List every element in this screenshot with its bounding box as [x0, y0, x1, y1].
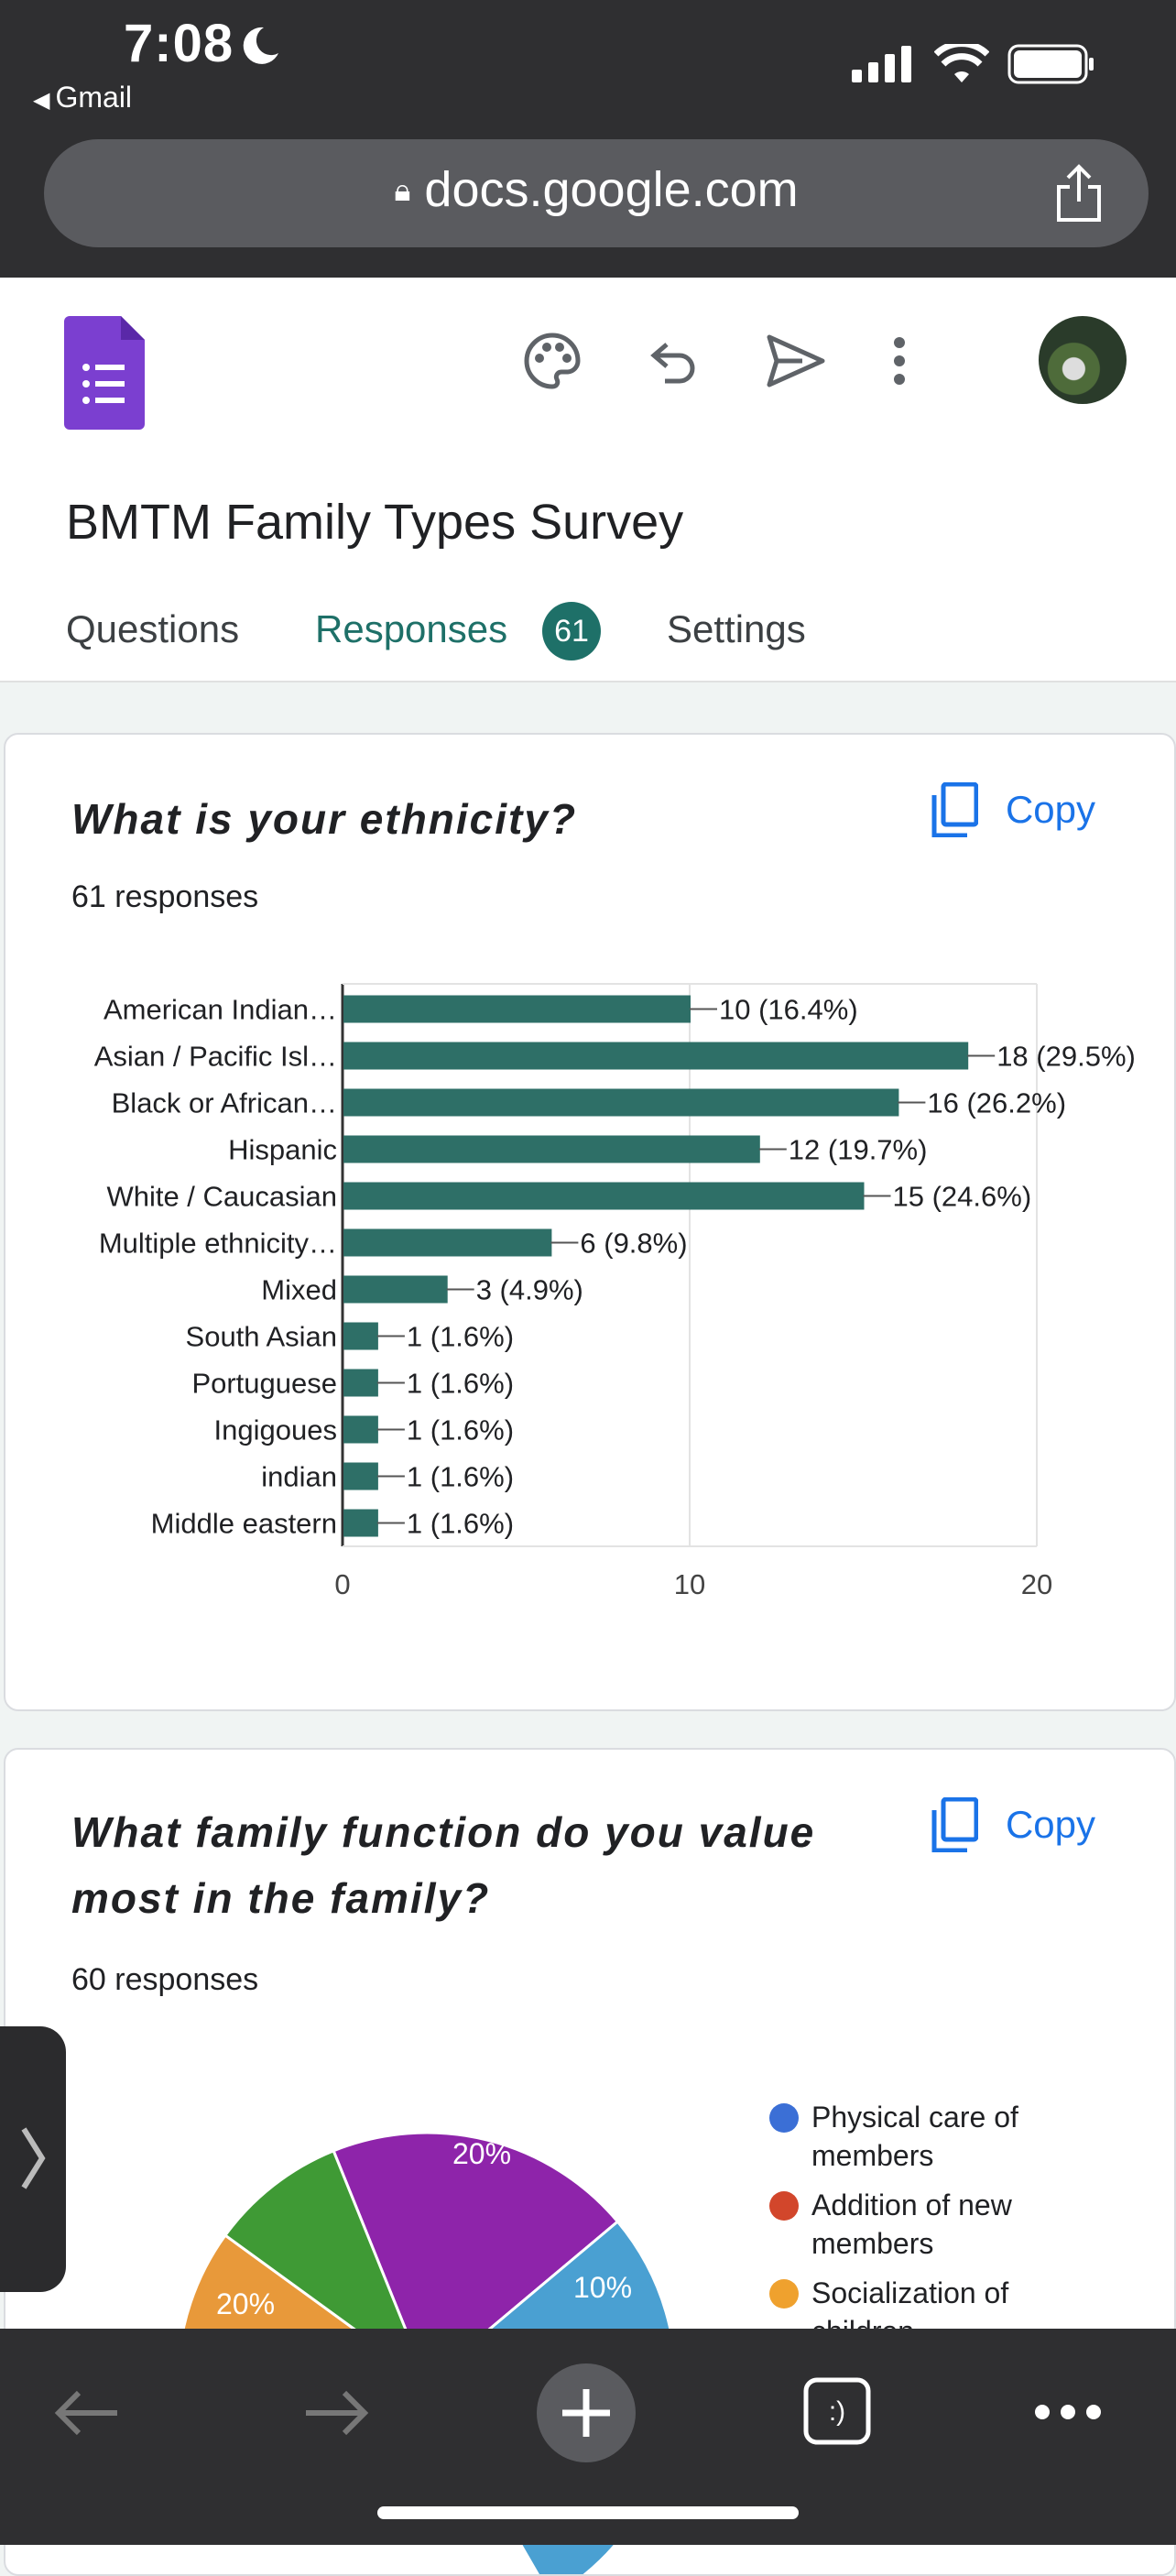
copy-button[interactable]: Copy [931, 1797, 1095, 1852]
legend-dot [769, 2103, 799, 2133]
toolbar [522, 331, 909, 391]
tab-responses[interactable]: Responses [315, 607, 507, 651]
tabs-icon[interactable]: :) [802, 2374, 872, 2448]
share-icon[interactable] [1051, 163, 1106, 224]
category-label: American Indian… [103, 994, 337, 1026]
tab-questions[interactable]: Questions [66, 607, 239, 651]
legend-label: Socialization of [811, 2276, 1009, 2309]
category-label: Hispanic [228, 1134, 337, 1166]
copy-label: Copy [1005, 1803, 1095, 1846]
ethnicity-bar-chart: American Indian… 10 (16.4%) Asian / Pacifi… [94, 983, 1136, 1600]
tab-settings[interactable]: Settings [667, 607, 806, 651]
responses-count-badge: 61 [542, 602, 601, 660]
avatar[interactable] [1039, 316, 1127, 404]
back-triangle-icon: ◀ [33, 88, 50, 113]
category-label: White / Caucasian [106, 1181, 337, 1213]
back-to-app-link[interactable]: ◀ Gmail [33, 81, 132, 115]
signal-icon [852, 46, 911, 82]
url-label: docs.google.com [424, 162, 799, 217]
forms-header: BMTM Family Types Survey Questions Respo… [0, 278, 1176, 955]
google-forms-icon[interactable] [64, 316, 145, 430]
side-drawer-handle[interactable] [0, 2026, 66, 2292]
category-label: indian [261, 1461, 337, 1493]
data-label: 6 (9.8%) [580, 1228, 687, 1260]
x-tick-label: 0 [334, 1568, 350, 1600]
data-label: 12 (19.7%) [789, 1134, 928, 1166]
data-label: 16 (26.2%) [927, 1087, 1066, 1119]
plus-icon [562, 2389, 610, 2437]
data-label: 3 (4.9%) [476, 1274, 583, 1306]
address-bar[interactable]: 🔒︎ docs.google.com [44, 139, 1149, 247]
data-label: 18 (29.5%) [996, 1041, 1136, 1073]
more-vert-icon[interactable] [890, 333, 909, 388]
legend-dot [769, 2279, 799, 2309]
wifi-icon [934, 44, 989, 82]
bar [343, 1088, 899, 1117]
status-time: 7:08 [124, 14, 234, 73]
lock-icon: 🔒︎ [394, 173, 411, 208]
undo-icon[interactable] [647, 333, 702, 388]
data-label: 1 (1.6%) [407, 1461, 514, 1493]
bar [343, 1182, 865, 1210]
category-label: Portuguese [191, 1368, 337, 1400]
category-label: Mixed [261, 1274, 337, 1306]
form-title: BMTM Family Types Survey [66, 495, 684, 550]
browser-chrome: 7:08 ◀ Gmail 🔒︎ docs.google.com [0, 0, 1176, 278]
palette-icon[interactable] [522, 331, 583, 391]
pie-slice-label: 20% [216, 2287, 275, 2320]
legend-dot [769, 2191, 799, 2221]
svg-text::): :) [829, 2396, 845, 2427]
chevron-right-icon [21, 2127, 46, 2189]
more-horiz-icon[interactable] [1033, 2398, 1103, 2426]
moon-icon [243, 27, 278, 64]
legend-label: members [811, 2139, 934, 2172]
home-indicator [377, 2506, 799, 2519]
legend-label: Physical care of [811, 2101, 1018, 2134]
back-app-label: Gmail [55, 81, 133, 114]
category-label: Ingigoues [214, 1414, 337, 1446]
x-tick-label: 10 [674, 1568, 705, 1600]
legend-label: Addition of new [811, 2189, 1012, 2221]
data-label: 1 (1.6%) [407, 1368, 514, 1400]
question-card-ethnicity: What is your ethnicity? 61 responses Cop… [4, 733, 1176, 1711]
bar [343, 1275, 448, 1304]
battery-icon [1007, 44, 1094, 84]
copy-icon [931, 1797, 978, 1852]
bar [343, 1509, 378, 1537]
data-label: 15 (24.6%) [893, 1181, 1032, 1213]
pie-slice-label: 10% [573, 2271, 632, 2304]
bar [343, 1369, 378, 1397]
tab-bar: Questions Responses 61 Settings [0, 589, 1176, 955]
legend-item: Addition of new members [769, 2186, 1081, 2263]
bar [343, 1042, 969, 1070]
category-label: Middle eastern [151, 1508, 337, 1540]
back-arrow-icon[interactable] [51, 2385, 121, 2440]
forward-arrow-icon[interactable] [302, 2385, 372, 2440]
category-label: Multiple ethnicity… [99, 1228, 337, 1260]
bar [343, 1228, 552, 1257]
category-label: South Asian [186, 1321, 337, 1353]
bar [343, 1462, 378, 1490]
new-tab-button[interactable] [537, 2363, 636, 2462]
data-label: 1 (1.6%) [407, 1321, 514, 1353]
data-label: 1 (1.6%) [407, 1508, 514, 1540]
category-label: Asian / Pacific Isl… [94, 1041, 337, 1073]
legend-label: members [811, 2227, 934, 2260]
status-icons [852, 44, 1095, 84]
url-text: 🔒︎ docs.google.com [44, 161, 1149, 218]
bar [343, 995, 691, 1023]
data-label: 1 (1.6%) [407, 1414, 514, 1446]
pie-legend: Physical care of members Addition of new m… [769, 2098, 1081, 2362]
data-label: 10 (16.4%) [719, 994, 858, 1026]
category-label: Black or African… [112, 1087, 337, 1119]
legend-item: Physical care of members [769, 2098, 1081, 2175]
bar [343, 1415, 378, 1444]
x-tick-label: 20 [1021, 1568, 1052, 1600]
pie-slice-label: 20% [452, 2137, 511, 2170]
bar [343, 1135, 760, 1163]
bar [343, 1322, 378, 1350]
send-icon[interactable] [766, 333, 826, 388]
